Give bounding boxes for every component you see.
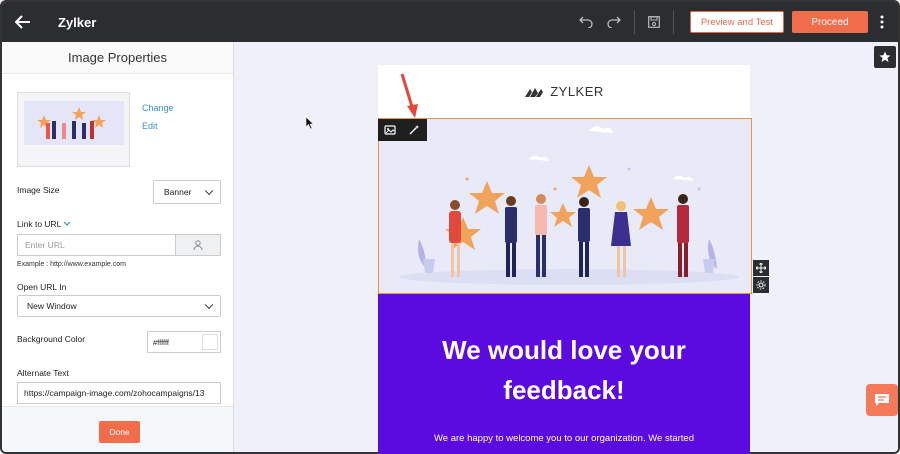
- more-options-icon[interactable]: [872, 8, 892, 36]
- image-size-label: Image Size: [17, 185, 60, 195]
- email-preview: ZYLKER We would love your feedback! We a…: [378, 65, 752, 454]
- proceed-button[interactable]: Proceed: [792, 11, 868, 33]
- image-size-select[interactable]: Banner: [153, 180, 221, 204]
- divider: [672, 10, 674, 34]
- annotation-arrow-icon: [400, 73, 418, 118]
- edit-image-link[interactable]: Edit: [142, 121, 158, 131]
- feedback-headline: We would love your feedback!: [442, 335, 686, 405]
- chevron-down-icon: [63, 221, 71, 226]
- logo-text: ZYLKER: [550, 84, 604, 99]
- undo-icon[interactable]: [572, 8, 600, 36]
- panel-footer: Done: [2, 406, 233, 452]
- team-celebration-illustration: [399, 126, 739, 285]
- magic-wand-icon[interactable]: [402, 119, 426, 141]
- background-color-label: Background Color: [17, 334, 86, 344]
- email-header: ZYLKER: [378, 65, 750, 118]
- alternate-text-input[interactable]: https://campaign-image.com/zohocampaigns…: [17, 382, 221, 404]
- top-bar-actions: Preview and Test Proceed: [572, 2, 898, 42]
- open-url-in-value: New Window: [27, 301, 77, 311]
- background-color-input[interactable]: #ffffff: [147, 331, 221, 353]
- alternate-text-label: Alternate Text: [17, 368, 69, 378]
- image-size-value: Banner: [164, 187, 192, 197]
- welcome-text: We are happy to welcome you to our organ…: [434, 433, 694, 444]
- back-arrow-icon[interactable]: [2, 2, 44, 42]
- redo-icon[interactable]: [600, 8, 628, 36]
- user-icon[interactable]: [175, 234, 221, 256]
- feedback-section: We would love your feedback! We are happ…: [378, 294, 750, 454]
- divider: [633, 10, 635, 34]
- image-toolbar: [378, 119, 427, 141]
- link-to-url-label[interactable]: Link to URL: [17, 219, 71, 229]
- mouse-cursor-icon: [305, 116, 315, 130]
- open-url-in-select[interactable]: New Window: [17, 295, 221, 317]
- background-color-value: #ffffff: [153, 337, 169, 347]
- chevron-down-icon: [204, 186, 214, 196]
- gear-icon[interactable]: [753, 277, 769, 293]
- url-example-text: Example : http://www.example.com: [17, 261, 126, 268]
- chevron-down-icon: [204, 300, 214, 310]
- star-icon[interactable]: [874, 46, 896, 68]
- open-url-in-label: Open URL In: [17, 282, 67, 292]
- color-swatch[interactable]: [202, 334, 218, 350]
- image-thumbnail: [17, 92, 130, 167]
- move-icon[interactable]: [753, 260, 769, 276]
- panel-title: Image Properties: [2, 42, 233, 74]
- app-title: Zylker: [58, 14, 97, 30]
- done-button[interactable]: Done: [99, 421, 140, 443]
- image-settings-icon[interactable]: [378, 119, 402, 141]
- chat-icon[interactable]: [866, 384, 898, 416]
- banner-image[interactable]: [378, 118, 752, 294]
- change-image-link[interactable]: Change: [142, 103, 174, 113]
- image-properties-panel: Image Properties Change Edit Image Size: [2, 42, 234, 452]
- top-bar: Zylker Preview and Test Proceed: [2, 2, 898, 42]
- zylker-logo-icon: [525, 87, 544, 97]
- preview-and-test-button[interactable]: Preview and Test: [689, 11, 784, 33]
- save-icon[interactable]: [641, 9, 667, 35]
- url-input[interactable]: [17, 234, 175, 256]
